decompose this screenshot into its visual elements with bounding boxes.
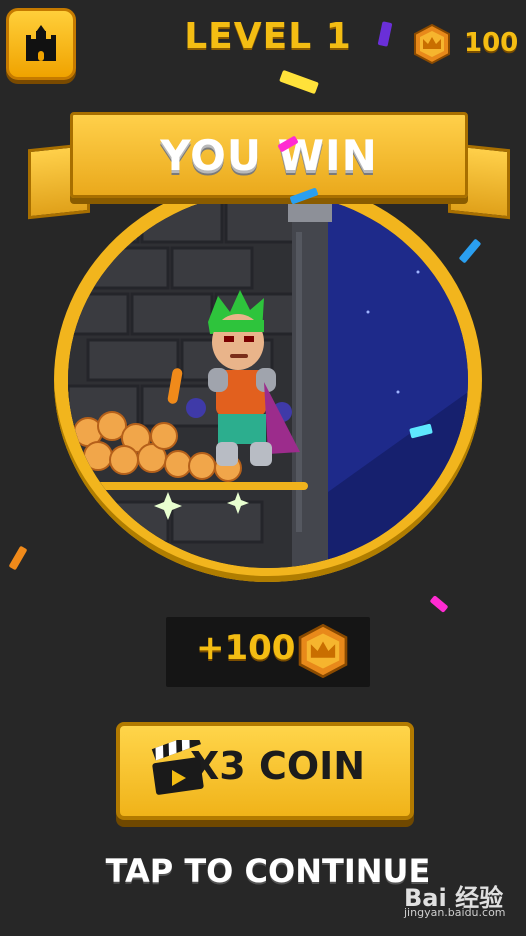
home-button[interactable] bbox=[6, 8, 76, 80]
coin-count: 100 bbox=[464, 28, 519, 58]
castle-icon bbox=[26, 25, 56, 61]
confetti bbox=[8, 545, 28, 571]
x3-coin-label: X3 COIN bbox=[190, 744, 366, 788]
watermark-url: jingyan.baidu.com bbox=[404, 906, 506, 919]
win-banner: YOU WIN bbox=[70, 112, 468, 198]
video-clapper-icon bbox=[151, 740, 204, 795]
win-scene-illustration bbox=[68, 192, 468, 568]
reward-coin-icon bbox=[298, 624, 348, 678]
confetti bbox=[279, 69, 319, 95]
scene-frame bbox=[54, 178, 482, 582]
win-title: YOU WIN bbox=[160, 130, 378, 180]
level-title: LEVEL 1 bbox=[184, 16, 352, 57]
crown-coin-icon bbox=[414, 24, 450, 64]
confetti bbox=[429, 595, 449, 613]
confetti bbox=[458, 238, 482, 264]
reward-amount: +100 bbox=[196, 628, 296, 668]
